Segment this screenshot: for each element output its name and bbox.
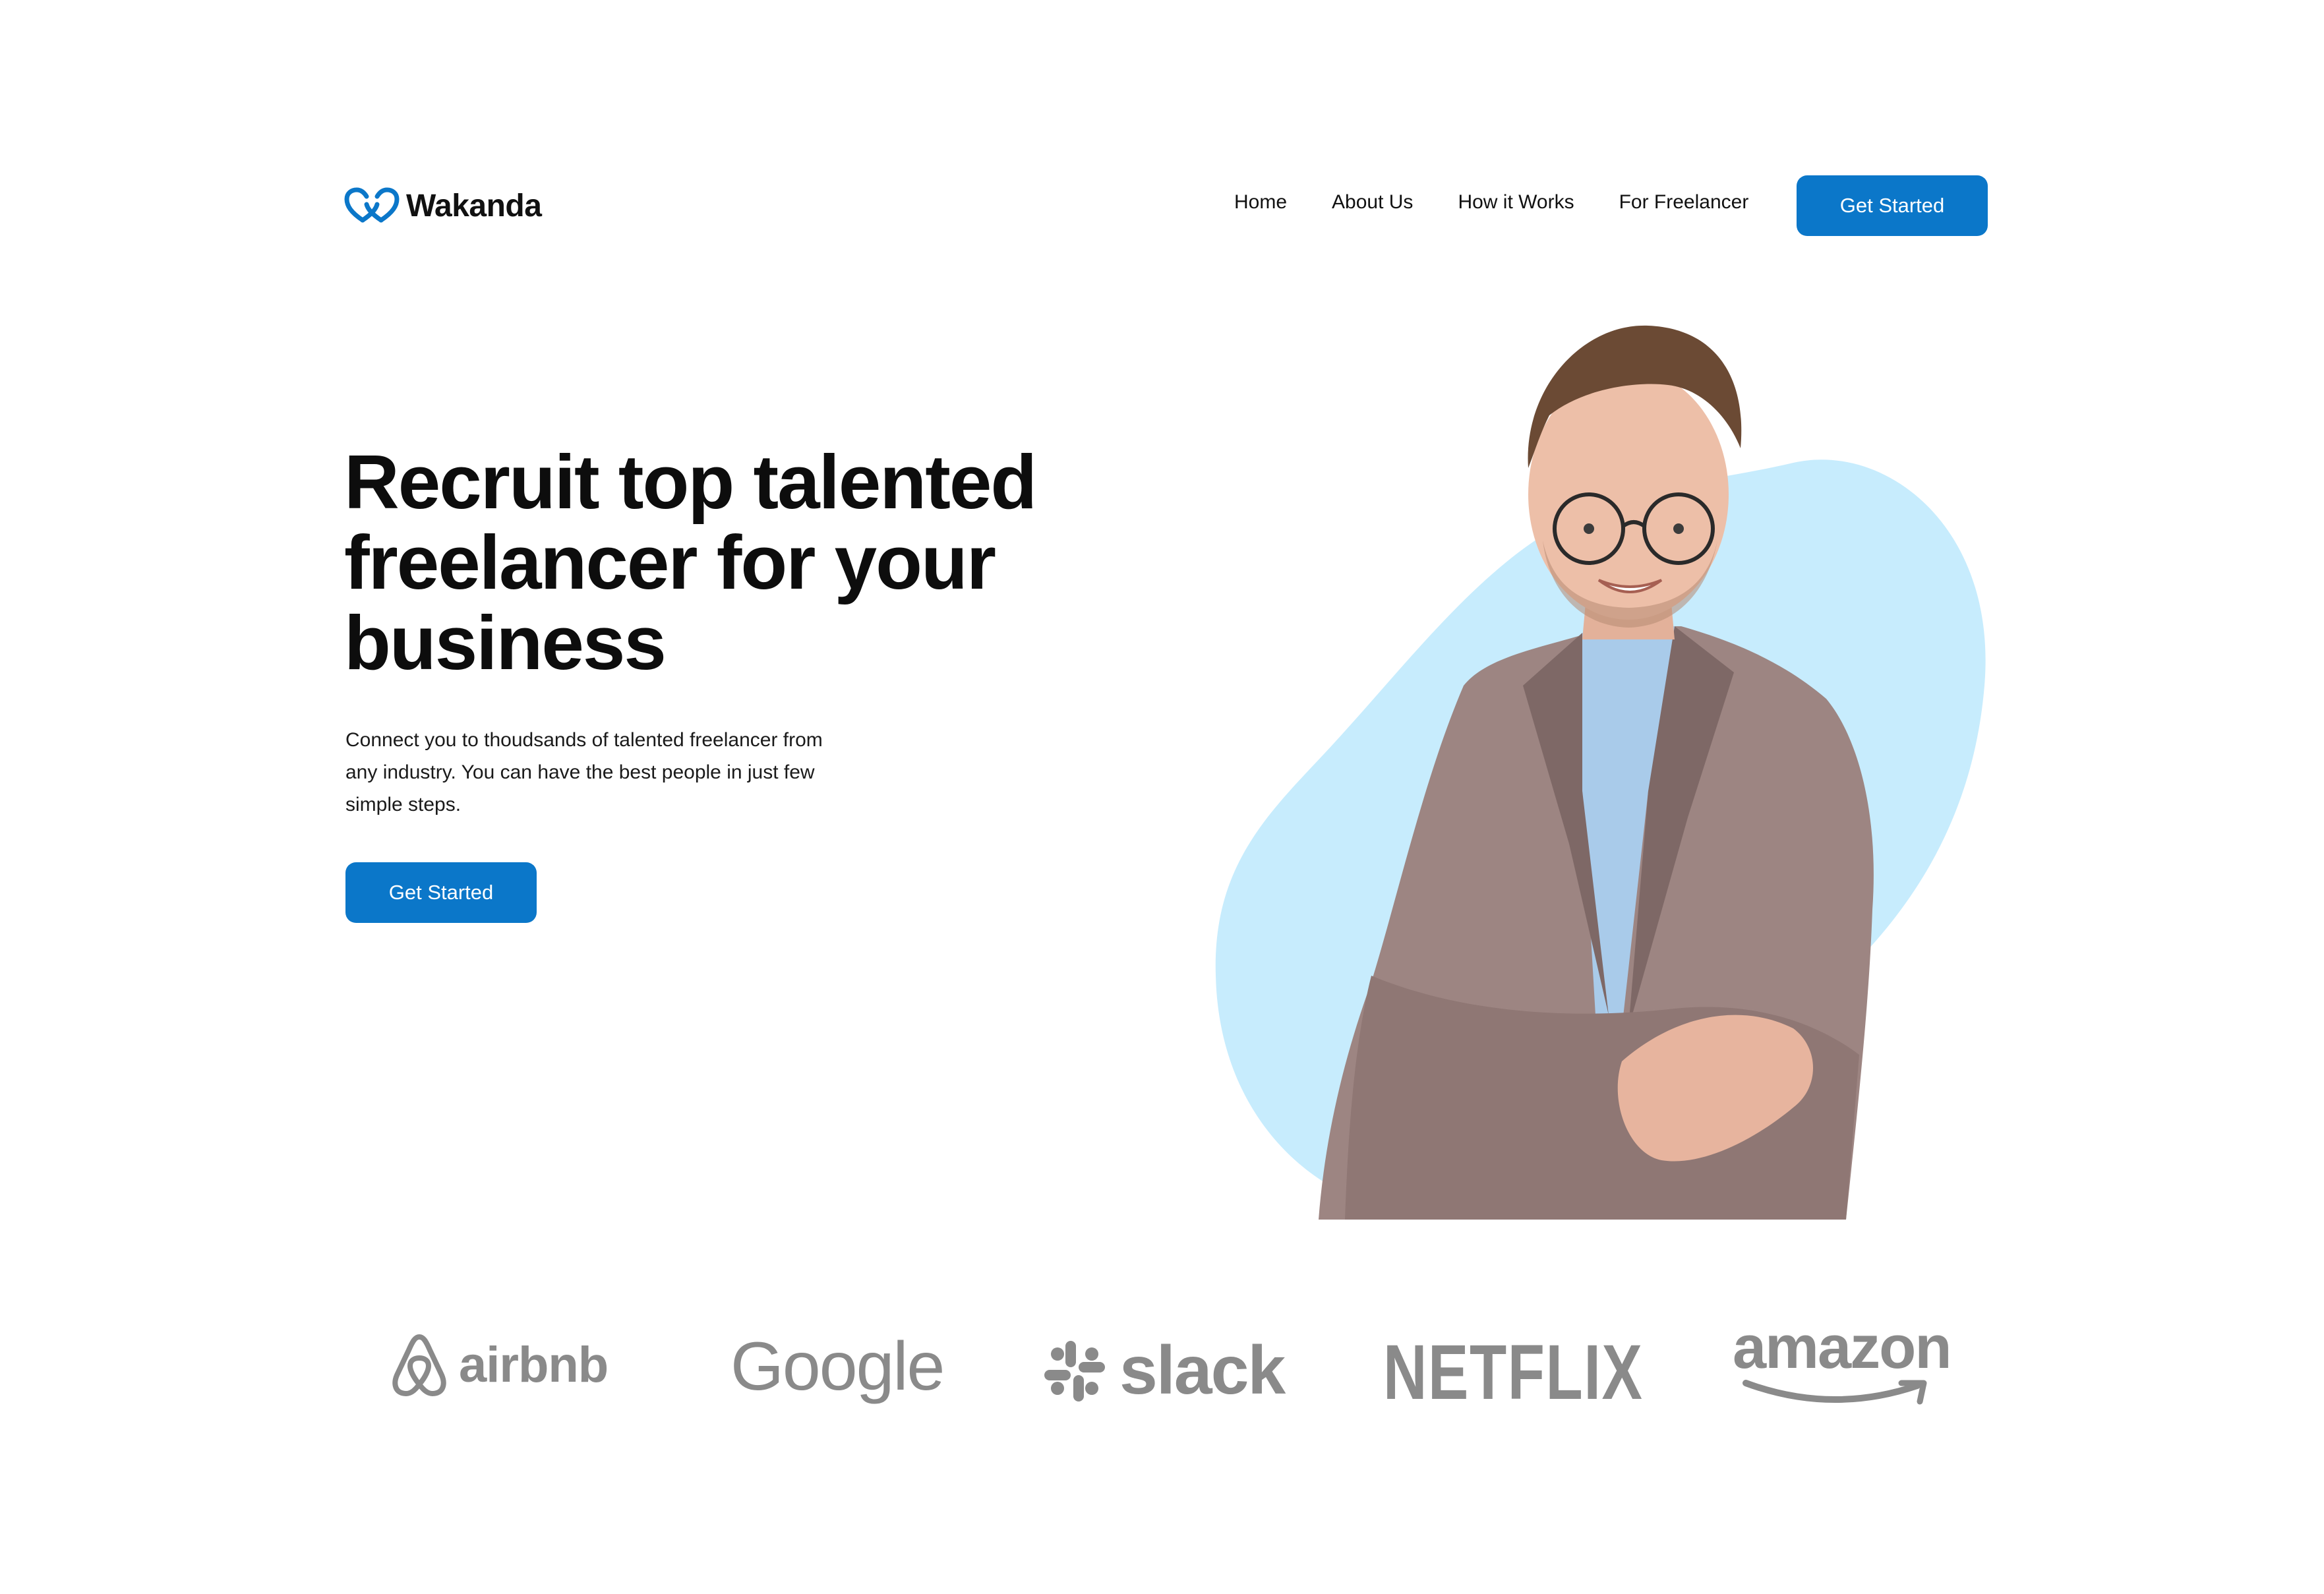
site-logo[interactable]: Wakanda [344, 185, 542, 227]
hero-title-line-2: freelancer for your [344, 519, 996, 605]
airbnb-icon [392, 1334, 446, 1396]
hero-description-line-3: simple steps. [345, 794, 462, 815]
nav-how-it-works[interactable]: How it Works [1458, 191, 1574, 214]
hero-get-started-button[interactable]: Get Started [345, 862, 537, 923]
logo-text: Wakanda [406, 188, 542, 223]
netflix-wordmark: NETFLIX [1383, 1329, 1644, 1416]
slack-logo: slack [1042, 1332, 1286, 1410]
hero-portrait-illustration [1215, 325, 1986, 1220]
nav-home[interactable]: Home [1234, 191, 1287, 214]
amazon-wordmark: amazon [1733, 1314, 1952, 1381]
main-nav: Home About Us How it Works For Freelance… [1234, 191, 1748, 214]
nav-about-us[interactable]: About Us [1332, 191, 1413, 214]
google-logo: Google [730, 1328, 945, 1406]
partner-logos: airbnb Google slack NETFLIX amazon [0, 1312, 2324, 1417]
hero-title: Recruit top talented freelancer for your… [344, 442, 1135, 683]
hero-title-line-3: business [344, 600, 667, 686]
nav-for-freelancer[interactable]: For Freelancer [1619, 191, 1749, 214]
airbnb-logo: airbnb [389, 1332, 609, 1398]
slack-wordmark: slack [1119, 1332, 1286, 1409]
airbnb-wordmark: airbnb [459, 1336, 609, 1393]
amazon-logo: amazon [1733, 1314, 1952, 1411]
eye-right [1673, 523, 1684, 534]
hero-description: Connect you to thoudsands of talented fr… [345, 724, 847, 821]
header-get-started-button[interactable]: Get Started [1797, 175, 1988, 236]
hero-description-line-1: Connect you to thoudsands of talented fr… [345, 729, 823, 751]
hero-title-line-1: Recruit top talented [344, 439, 1037, 525]
netflix-logo: NETFLIX [1383, 1328, 1717, 1417]
heart-logo-icon [344, 187, 400, 223]
eye-left [1584, 523, 1594, 534]
hero-description-line-2: any industry. You can have the best peop… [345, 761, 815, 783]
google-wordmark: Google [730, 1328, 945, 1405]
slack-icon [1044, 1340, 1105, 1402]
amazon-smile-icon [1743, 1380, 1927, 1405]
landing-page: Wakanda Home About Us How it Works For F… [0, 0, 2324, 1594]
